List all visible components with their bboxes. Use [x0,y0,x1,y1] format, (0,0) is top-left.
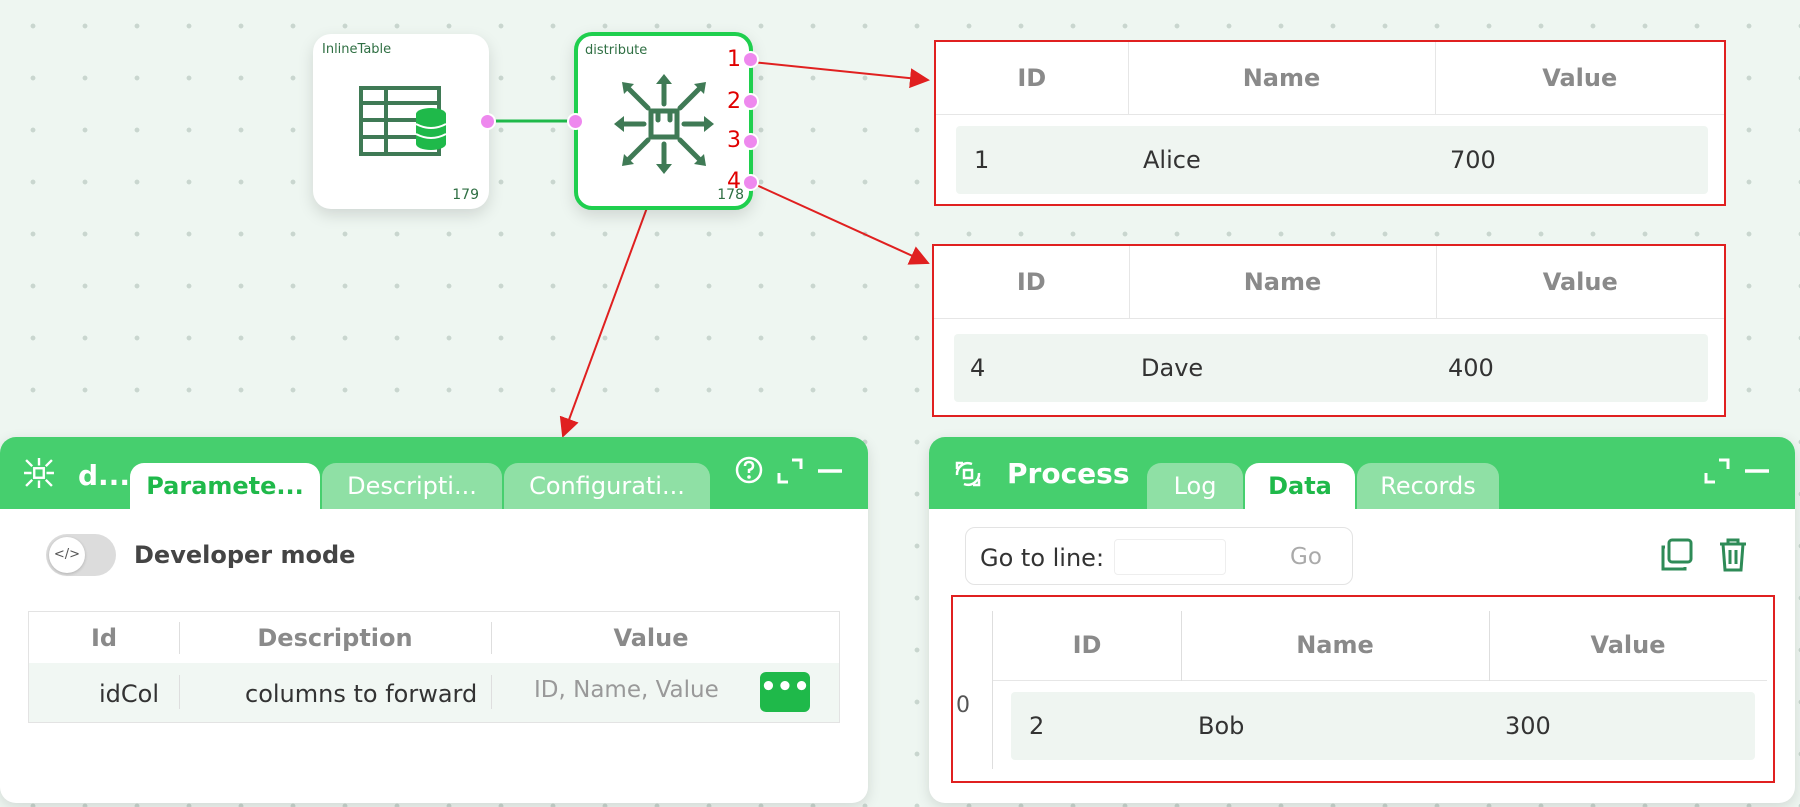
param-value-field[interactable]: ID, Name, Value [534,677,719,703]
table-row: 1 Alice 700 [956,126,1708,194]
column-header: Value [1590,631,1666,659]
params-table-header: Id Description Value [28,611,840,664]
tab-log[interactable]: Log [1147,463,1243,509]
minimize-icon[interactable] [816,457,844,485]
param-id: idCol [99,680,160,708]
input-port[interactable] [567,113,584,130]
divider [491,675,492,709]
code-icon: </> [49,537,85,573]
port-number-2: 2 [727,89,741,114]
help-icon[interactable] [734,455,764,485]
port-number-4: 4 [727,169,741,194]
node-title: InlineTable [322,42,392,57]
column-header: Name [1296,631,1374,659]
trash-icon[interactable] [1716,537,1750,573]
more-options-button[interactable]: ••• [760,672,810,712]
copy-icon[interactable] [1659,537,1695,573]
tab-records[interactable]: Records [1357,463,1499,509]
column-header: ID [936,42,1129,115]
column-header: Value [1436,246,1724,319]
annotation-arrow-panel [559,185,656,438]
port4-output-table: ID Name Value 4 Dave 400 [932,244,1726,417]
column-header: Value [613,624,689,652]
column-header: Value [1435,42,1724,115]
cell-name: Bob [1198,712,1245,740]
column-header: ID [1072,631,1102,659]
process-panel: Process Log Data Records Go to line: Go … [929,437,1795,803]
minimize-icon[interactable] [1743,457,1771,485]
output-port[interactable] [479,113,496,130]
tab-description[interactable]: Descripti... [322,463,502,509]
cell-value: 300 [1505,712,1551,740]
output-table: ID Name Value [934,246,1724,319]
cell-value: 700 [1450,146,1496,174]
cell-id: 1 [974,146,990,174]
cell-id: 4 [970,354,986,382]
port1-output-table: ID Name Value 1 Alice 700 [934,40,1726,206]
goto-line-bar: Go to line: Go [965,527,1353,585]
developer-mode-label: Developer mode [134,541,356,569]
port-number-1: 1 [727,47,741,72]
table-database-icon [359,86,447,156]
output-port-4[interactable] [742,174,759,191]
tab-parameters[interactable]: Paramete... [130,463,320,509]
distribute-icon [24,458,54,488]
goto-line-input[interactable] [1114,539,1226,575]
output-port-1[interactable] [742,51,759,68]
panel-title: d... [78,459,130,492]
table-row: 4 Dave 400 [954,334,1708,402]
column-header: Description [257,624,413,652]
table-row: idCol columns to forward ID, Name, Value [28,663,840,723]
output-port-2[interactable] [742,93,759,110]
column-header: Name [1129,246,1437,319]
column-header: Id [90,624,118,652]
column-header: ID [934,246,1130,319]
goto-line-label: Go to line: [980,544,1105,572]
output-table: ID Name Value [936,42,1724,115]
node-count: 179 [452,187,479,203]
port-number-3: 3 [727,128,741,153]
cell-id: 2 [1029,712,1045,740]
inline-table-node[interactable]: InlineTable 179 [313,34,489,209]
data-output-table: 0 ID Name Value 2 Bob 300 [951,595,1775,783]
expand-icon[interactable] [1703,457,1731,485]
tab-configuration[interactable]: Configurati... [504,463,710,509]
expand-icon[interactable] [776,457,804,485]
cell-name: Alice [1143,146,1201,174]
annotation-arrow-port1 [751,61,930,89]
panel-header: d... Paramete... Descripti... Configurat… [0,437,868,509]
tab-data[interactable]: Data [1245,463,1355,509]
param-description: columns to forward [245,680,478,708]
go-button[interactable]: Go [1290,544,1322,570]
process-icon [955,461,981,487]
node-title: distribute [585,43,648,58]
cell-name: Dave [1141,354,1204,382]
annotation-arrow-port4 [751,182,930,265]
divider [179,675,180,709]
table-row: 2 Bob 300 [1011,692,1755,760]
column-header: Name [1128,42,1436,115]
node-settings-panel: d... Paramete... Descripti... Configurat… [0,437,868,803]
panel-header: Process Log Data Records [929,437,1795,509]
panel-title: Process [1007,457,1130,490]
developer-mode-toggle[interactable]: </> [46,534,116,576]
cell-value: 400 [1448,354,1494,382]
row-index: 0 [956,693,970,718]
distribute-arrows-icon [614,74,714,174]
output-port-3[interactable] [742,133,759,150]
table-header: ID Name Value [993,611,1767,681]
